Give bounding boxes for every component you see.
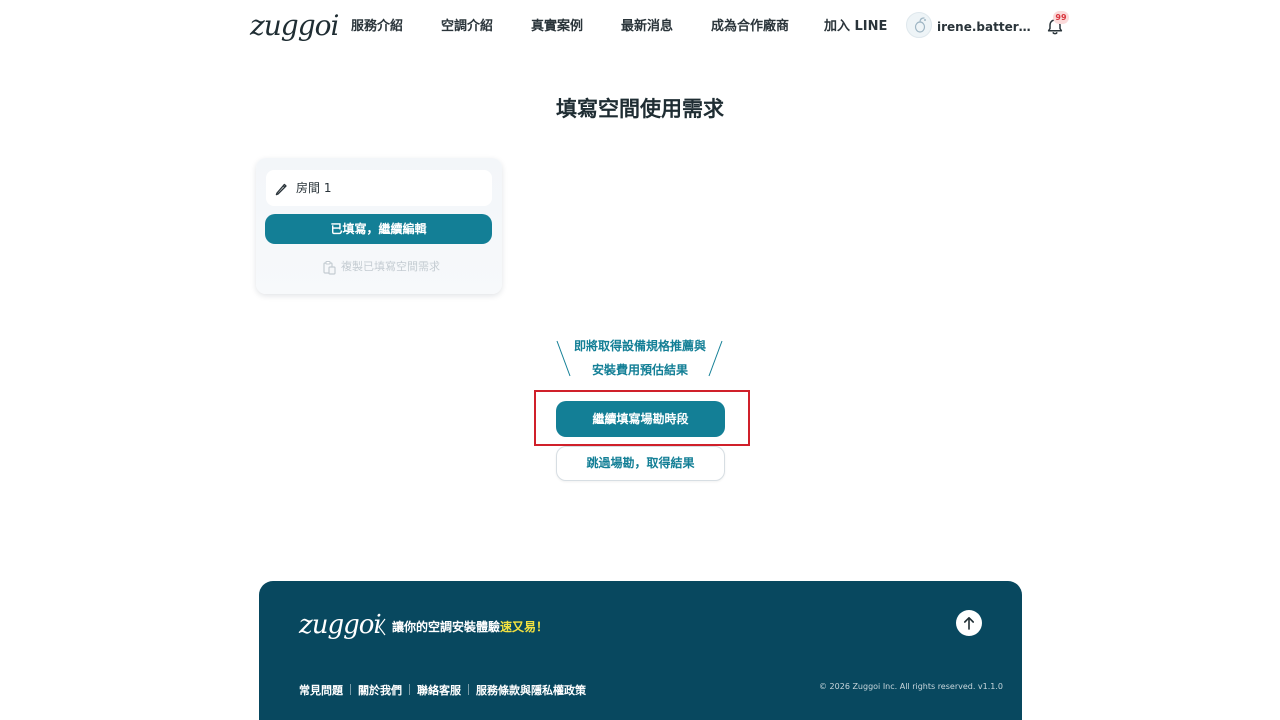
arrow-up-icon (963, 616, 974, 630)
nav-item-cases[interactable]: 真實案例 (531, 18, 583, 36)
avatar[interactable] (906, 12, 932, 38)
nav-item-line[interactable]: 加入 LINE (824, 18, 887, 36)
scroll-to-top-button[interactable] (956, 610, 982, 636)
nav-item-partner[interactable]: 成為合作廠商 (711, 18, 789, 36)
footer-link-about[interactable]: 關於我們 (358, 683, 402, 699)
room-card: 房間 1 已填寫，繼續編輯 複製已填寫空間需求 (256, 158, 502, 294)
page-title: 填寫空間使用需求 (556, 97, 724, 121)
footer-links: 常見問題 關於我們 聯絡客服 服務條款與隱私權政策 (299, 679, 586, 697)
footer-tagline-prefix: 讓你的空調安裝體驗 (392, 620, 501, 634)
footer-tagline-accent: 速又易！ (500, 620, 549, 634)
footer-link-faq[interactable]: 常見問題 (299, 683, 343, 699)
chevron-left-icon (378, 618, 386, 636)
copy-requirements-link[interactable]: 複製已填寫空間需求 (322, 258, 440, 276)
continue-editing-button[interactable]: 已填寫，繼續編輯 (265, 214, 492, 244)
nav-item-services[interactable]: 服務介紹 (351, 18, 403, 36)
clipboard-copy-icon (323, 260, 336, 275)
continue-survey-schedule-button[interactable]: 繼續填寫場勘時段 (556, 401, 725, 437)
skip-survey-get-result-button[interactable]: 跳過場勘，取得結果 (556, 446, 725, 481)
footer-link-terms[interactable]: 服務條款與隱私權政策 (476, 683, 586, 699)
site-footer: zuggoi 讓你的空調安裝體驗速又易！ 常見問題 關於我們 聯絡客服 服務條款與隱私… (259, 581, 1022, 720)
site-header: zuggoi 服務介紹 空調介紹 真實案例 最新消息 成為合作廠商 加入 LIN… (0, 0, 1280, 56)
copyright-text: © 2026 Zuggoi Inc. All rights reserved. … (819, 682, 1004, 691)
notification-badge: 99 (1053, 11, 1069, 24)
footer-link-contact[interactable]: 聯絡客服 (417, 683, 461, 699)
zuggoi-logo[interactable]: zuggoi (250, 6, 339, 46)
footer-divider (468, 684, 469, 695)
room-name: 房間 1 (296, 181, 332, 195)
footer-divider (350, 684, 351, 695)
promo-text-line2: 安裝費用預估結果 (591, 363, 688, 377)
zuggoi-mark-icon (914, 17, 926, 33)
footer-logo[interactable]: zuggoi (299, 605, 382, 645)
nav-item-aircon[interactable]: 空調介紹 (441, 18, 493, 36)
promo-text-line1: 即將取得設備規格推薦與 (573, 339, 706, 353)
nav-item-news[interactable]: 最新消息 (621, 18, 673, 36)
copy-requirements-label: 複製已填寫空間需求 (341, 260, 440, 273)
footer-divider (409, 684, 410, 695)
pencil-icon (275, 183, 287, 196)
room-name-field[interactable]: 房間 1 (266, 170, 492, 206)
footer-tagline: 讓你的空調安裝體驗速又易！ (392, 618, 548, 636)
user-email[interactable]: irene.batter@yahoo.com (937, 18, 1033, 36)
